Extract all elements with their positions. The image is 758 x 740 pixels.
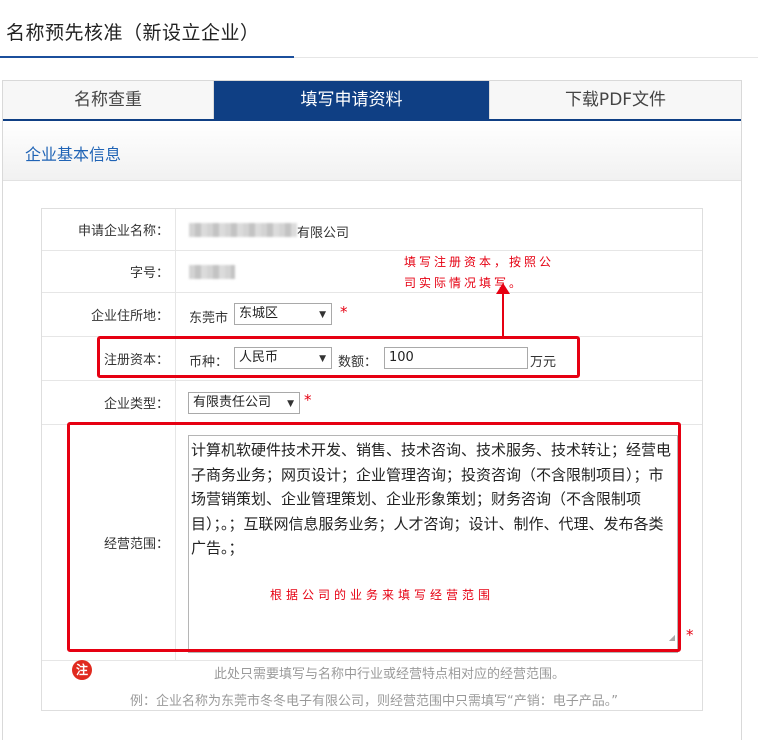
company-name-suffix: 有限公司 (297, 226, 350, 241)
scope-hint: 根据公司的业务来填写经营范围 (270, 588, 495, 602)
currency-select[interactable]: 人民币 ▼ (234, 347, 332, 369)
company-type-value: 有限责任公司 (193, 395, 272, 410)
required-marker: * (340, 303, 348, 321)
capital-hint-line1: 填写注册资本，按照公 (404, 255, 555, 269)
note-line2: 例：企业名称为东莞市冬冬电子有限公司，则经营范围中只需填写“产销：电子产品。” (130, 694, 618, 709)
capital-unit: 万元 (530, 355, 557, 370)
row-trade-name: 字号： (42, 251, 702, 293)
row-company-name: 申请企业名称： 有限公司 (42, 209, 702, 251)
note-badge: 注 (72, 660, 92, 680)
row-business-scope: 经营范围： 计算机软硬件技术开发、销售、技术咨询、技术服务、技术转让；经营电子商… (42, 425, 702, 661)
tab-bar: 名称查重 填写申请资料 下载PDF文件 (3, 81, 741, 121)
page-title: 名称预先核准（新设立企业） (6, 22, 260, 44)
business-scope-label: 经营范围： (42, 425, 176, 660)
application-panel: 名称查重 填写申请资料 下载PDF文件 企业基本信息 申请企业名称： 有限公司 … (2, 80, 742, 740)
arrow-shaft (502, 290, 504, 338)
row-company-type: 企业类型： 有限责任公司 ▼ * (42, 381, 702, 425)
tab-download-pdf[interactable]: 下载PDF文件 (489, 81, 741, 119)
dropdown-arrow-icon: ▼ (287, 399, 294, 409)
section-header: 企业基本信息 (3, 121, 741, 181)
row-address: 企业住所地： 东莞市 东城区 ▼ * (42, 293, 702, 337)
address-city: 东莞市 (189, 311, 229, 326)
capital-hint: 填写注册资本，按照公 司实际情况填写。 (404, 252, 554, 294)
business-scope-textarea[interactable]: 计算机软硬件技术开发、销售、技术咨询、技术服务、技术转让；经营电子商务业务；网页… (188, 435, 678, 653)
required-marker: * (686, 626, 694, 644)
capital-hint-line2: 司实际情况填写。 (404, 276, 525, 290)
trade-name-label: 字号： (42, 251, 176, 292)
district-select[interactable]: 东城区 ▼ (234, 303, 332, 325)
title-rule (294, 57, 758, 58)
amount-label: 数额： (338, 355, 378, 370)
company-type-label: 企业类型： (42, 381, 176, 424)
basic-info-form: 申请企业名称： 有限公司 字号： 企业住所地： 东莞市 东城区 ▼ * 注册资本… (41, 208, 703, 711)
district-value: 东城区 (239, 306, 279, 321)
title-underline (0, 56, 294, 58)
currency-value: 人民币 (239, 350, 279, 365)
redacted-name (189, 223, 297, 237)
business-scope-text: 计算机软硬件技术开发、销售、技术咨询、技术服务、技术转让；经营电子商务业务；网页… (191, 441, 672, 557)
company-type-select[interactable]: 有限责任公司 ▼ (188, 392, 300, 414)
dropdown-arrow-icon: ▼ (319, 354, 326, 364)
company-name-label: 申请企业名称： (42, 209, 176, 250)
row-capital: 注册资本： 币种： 人民币 ▼ 数额： 100 万元 (42, 337, 702, 381)
capital-amount-input[interactable]: 100 (384, 347, 528, 369)
currency-label: 币种： (189, 355, 229, 370)
capital-label: 注册资本： (42, 337, 176, 380)
dropdown-arrow-icon: ▼ (319, 310, 326, 320)
section-title: 企业基本信息 (25, 145, 122, 164)
tab-fill-application[interactable]: 填写申请资料 (214, 81, 489, 119)
redacted-trade-name (189, 265, 235, 279)
note-line1: 此处只需要填写与名称中行业或经营特点相对应的经营范围。 (214, 667, 566, 682)
required-marker: * (304, 391, 312, 409)
address-label: 企业住所地： (42, 293, 176, 336)
resize-grip-icon[interactable]: ◢ (669, 626, 675, 651)
tab-name-check[interactable]: 名称查重 (3, 81, 214, 119)
